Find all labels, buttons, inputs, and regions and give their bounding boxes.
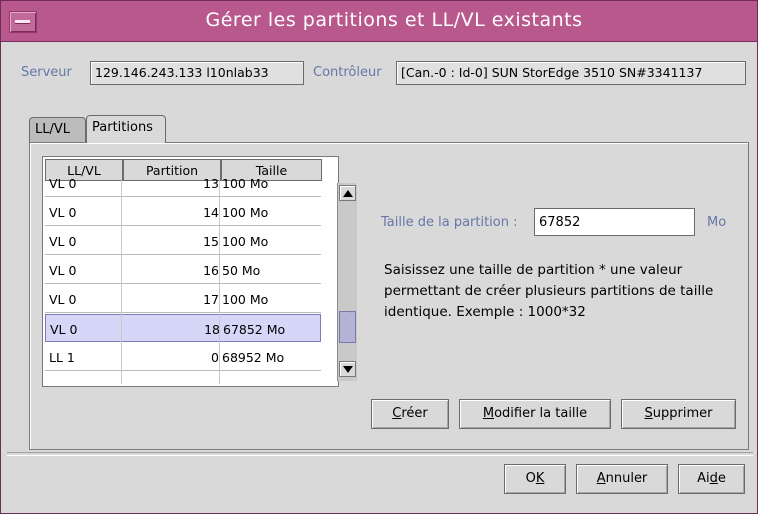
ok-label-pre: O xyxy=(525,471,536,486)
cell-llvl: VL 0 xyxy=(49,263,77,278)
column-header-llvl[interactable]: LL/VL xyxy=(45,159,123,181)
cell-partition: 16 xyxy=(203,263,219,278)
cell-llvl: VL 0 xyxy=(49,234,77,249)
help-label-post: e xyxy=(717,471,726,486)
cell-llvl: VL 0 xyxy=(49,292,77,307)
window-title: Gérer les partitions et LL/VL existants xyxy=(205,9,583,31)
modify-size-button[interactable]: Modifier la taille xyxy=(459,399,611,429)
table-row[interactable]: VL 0 15 100 Mo xyxy=(45,227,321,255)
window-menu-icon xyxy=(15,20,30,24)
table-row[interactable]: VL 0 14 100 Mo xyxy=(45,198,321,226)
cancel-mnemonic: A xyxy=(596,471,606,486)
server-field: 129.146.243.133 l10nlab33 xyxy=(90,61,304,85)
title-bar[interactable]: Gérer les partitions et LL/VL existants xyxy=(1,1,757,42)
delete-label-rest: upprimer xyxy=(652,406,713,421)
scroll-up-button[interactable] xyxy=(339,185,356,201)
cell-size: 100 Mo xyxy=(222,292,269,307)
cell-size: 68952 Mo xyxy=(222,350,285,365)
cell-size: 100 Mo xyxy=(222,179,269,191)
scroll-down-button[interactable] xyxy=(339,361,356,377)
cell-partition: 17 xyxy=(203,292,219,307)
help-button[interactable]: Aide xyxy=(678,464,745,494)
table-row[interactable]: LL 1 0 68952 Mo xyxy=(45,343,321,371)
help-mnemonic: d xyxy=(709,471,718,486)
cell-llvl: VL 0 xyxy=(49,205,77,220)
cancel-label-rest: nnuler xyxy=(605,471,648,486)
footer-divider xyxy=(7,452,753,456)
tab-llvl[interactable]: LL/VL xyxy=(29,117,86,143)
arrow-down-icon xyxy=(343,366,353,373)
ok-button[interactable]: OK xyxy=(504,464,566,494)
create-button[interactable]: Créer xyxy=(371,399,449,429)
cell-size: 50 Mo xyxy=(222,263,261,278)
ok-mnemonic: K xyxy=(535,471,545,486)
table-row[interactable]: VL 0 16 50 Mo xyxy=(45,256,321,284)
column-header-size[interactable]: Taille xyxy=(221,159,322,181)
partition-size-input[interactable] xyxy=(534,208,695,236)
delete-mnemonic: S xyxy=(644,406,653,421)
partition-help-text: Saisissez une taille de partition * une … xyxy=(384,262,714,320)
table-scrollbar[interactable] xyxy=(337,183,357,381)
cell-size: 100 Mo xyxy=(222,205,269,220)
scroll-thumb[interactable] xyxy=(339,311,356,343)
delete-button[interactable]: Supprimer xyxy=(621,399,736,429)
controller-field: [Can.-0 : Id-0] SUN StorEdge 3510 SN#334… xyxy=(396,61,746,85)
controller-label: Contrôleur xyxy=(313,65,382,80)
cell-llvl: LL 1 xyxy=(49,350,75,365)
server-label: Serveur xyxy=(21,65,72,80)
table-row[interactable]: VL 0 18 67852 Mo xyxy=(45,314,321,342)
help-label-pre: Ai xyxy=(697,471,710,486)
column-separator xyxy=(219,179,220,384)
cell-partition: 15 xyxy=(203,234,219,249)
cell-partition: 0 xyxy=(211,350,219,365)
tab-partitions[interactable]: Partitions xyxy=(86,115,166,143)
cell-llvl: VL 0 xyxy=(49,179,77,191)
partition-table: LL/VL Partition Taille VL 0 13 100 Mo VL 01… xyxy=(42,156,357,387)
column-separator xyxy=(121,179,122,384)
cell-partition: 18 xyxy=(204,322,220,337)
table-row[interactable]: VL 0 13 100 Mo xyxy=(45,179,321,197)
cell-size: 67852 Mo xyxy=(223,322,286,337)
create-label-rest: réer xyxy=(401,406,428,421)
cell-llvl: VL 0 xyxy=(50,322,78,337)
table-row[interactable]: VL 0 17 100 Mo xyxy=(45,285,321,313)
create-mnemonic: C xyxy=(392,406,402,421)
modify-mnemonic: M xyxy=(482,406,495,421)
table-body: VL 0 13 100 Mo VL 0 14 100 Mo VL 0 15 100 Mo VL 0… xyxy=(43,179,322,384)
cell-partition: 14 xyxy=(203,205,219,220)
column-header-partition[interactable]: Partition xyxy=(123,159,221,181)
partition-size-unit: Mo xyxy=(707,215,727,230)
arrow-up-icon xyxy=(343,190,353,197)
cell-size: 100 Mo xyxy=(222,234,269,249)
partition-size-label: Taille de la partition : xyxy=(381,215,518,230)
window-menu-button[interactable] xyxy=(9,11,37,33)
cell-partition: 13 xyxy=(203,179,219,191)
modify-label-rest: odifier la taille xyxy=(494,406,588,421)
cancel-button[interactable]: Annuler xyxy=(576,464,668,494)
dialog-window: Gérer les partitions et LL/VL existants … xyxy=(0,0,758,514)
